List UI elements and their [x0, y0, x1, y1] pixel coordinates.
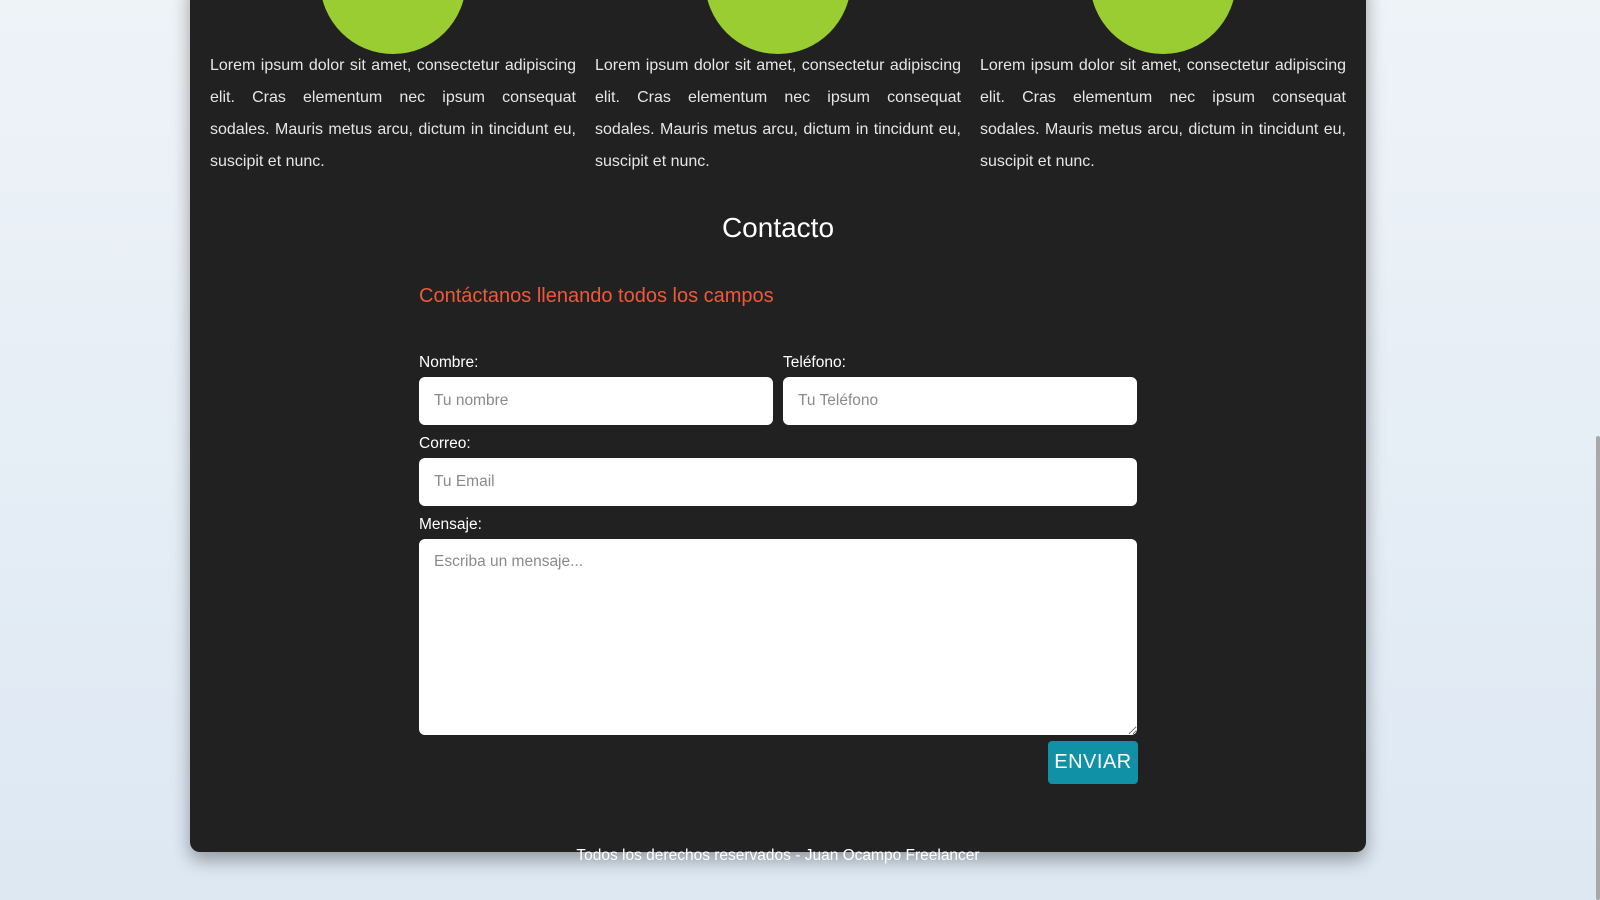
contact-section-title: Contacto — [721, 212, 835, 243]
email-label: Correo: — [419, 435, 471, 452]
scrollbar-thumb[interactable] — [1596, 436, 1600, 900]
message-textarea[interactable] — [419, 539, 1137, 735]
phone-label: Teléfono: — [783, 354, 846, 371]
contact-form-subtitle: Contáctanos llenando todos los campos — [419, 285, 774, 307]
name-label: Nombre: — [419, 354, 479, 371]
content-card: Lorem ipsum dolor sit amet, consectetur … — [190, 0, 1366, 852]
service-icon-circle-3 — [1090, 0, 1236, 54]
submit-button[interactable]: ENVIAR — [1048, 741, 1138, 784]
phone-input[interactable] — [783, 377, 1137, 425]
email-input[interactable] — [419, 458, 1137, 506]
service-icon-circle-1 — [320, 0, 466, 54]
name-input[interactable] — [419, 377, 773, 425]
service-description-2: Lorem ipsum dolor sit amet, consectetur … — [595, 57, 961, 170]
service-description-1: Lorem ipsum dolor sit amet, consectetur … — [210, 57, 576, 170]
footer-copyright: Todos los derechos reservados - Juan Oca… — [576, 847, 980, 864]
scrollbar-track[interactable] — [1566, 0, 1600, 900]
service-icon-circle-2 — [705, 0, 851, 54]
message-label: Mensaje: — [419, 516, 482, 533]
service-description-3: Lorem ipsum dolor sit amet, consectetur … — [980, 57, 1346, 170]
